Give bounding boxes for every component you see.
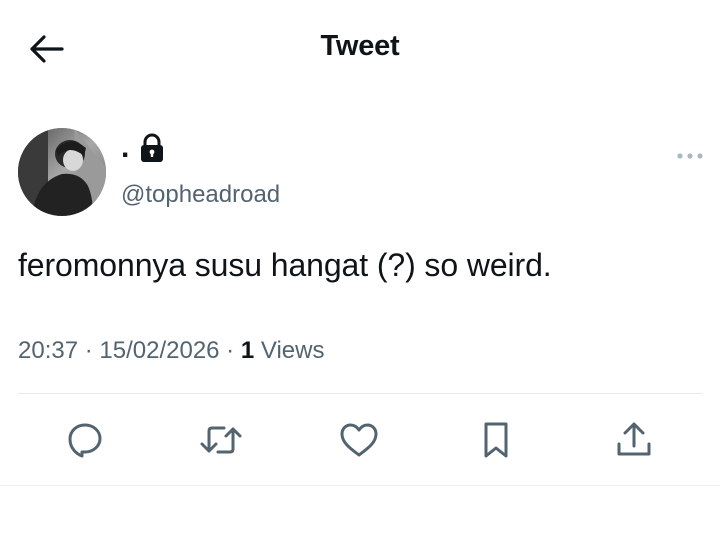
author-name-row[interactable]: .: [121, 130, 165, 166]
page-title: Tweet: [320, 30, 400, 62]
tweet-meta: 20:37 · 15/02/2026 · 1 Views: [18, 336, 324, 366]
tweet-text: feromonnya susu hangat (?) so weird.: [18, 247, 552, 283]
lock-icon: [139, 133, 165, 163]
display-name: .: [121, 131, 130, 164]
more-horizontal-icon: [677, 153, 703, 159]
retweet-button[interactable]: [199, 418, 243, 462]
meta-separator: ·: [219, 337, 241, 364]
more-button[interactable]: [672, 142, 708, 170]
share-icon: [617, 422, 651, 456]
action-bar: [0, 408, 720, 472]
bookmark-icon: [484, 422, 508, 458]
bookmark-button[interactable]: [474, 418, 518, 462]
divider: [0, 485, 720, 486]
like-icon: [340, 423, 378, 457]
tweet-date: 15/02/2026: [99, 337, 220, 364]
tweet-time: 20:37: [18, 337, 79, 364]
share-button[interactable]: [612, 418, 656, 462]
like-button[interactable]: [337, 418, 381, 462]
avatar[interactable]: [18, 128, 106, 216]
views-label[interactable]: Views: [254, 337, 325, 364]
tweet-header: Tweet: [0, 0, 720, 96]
retweet-icon: [200, 426, 242, 454]
views-count[interactable]: 1: [241, 337, 254, 364]
reply-button[interactable]: [63, 418, 107, 462]
author-handle[interactable]: @topheadroad: [121, 181, 280, 209]
meta-separator: ·: [78, 337, 100, 364]
divider: [18, 393, 703, 394]
reply-icon: [68, 423, 102, 458]
profile-photo: [18, 128, 106, 216]
